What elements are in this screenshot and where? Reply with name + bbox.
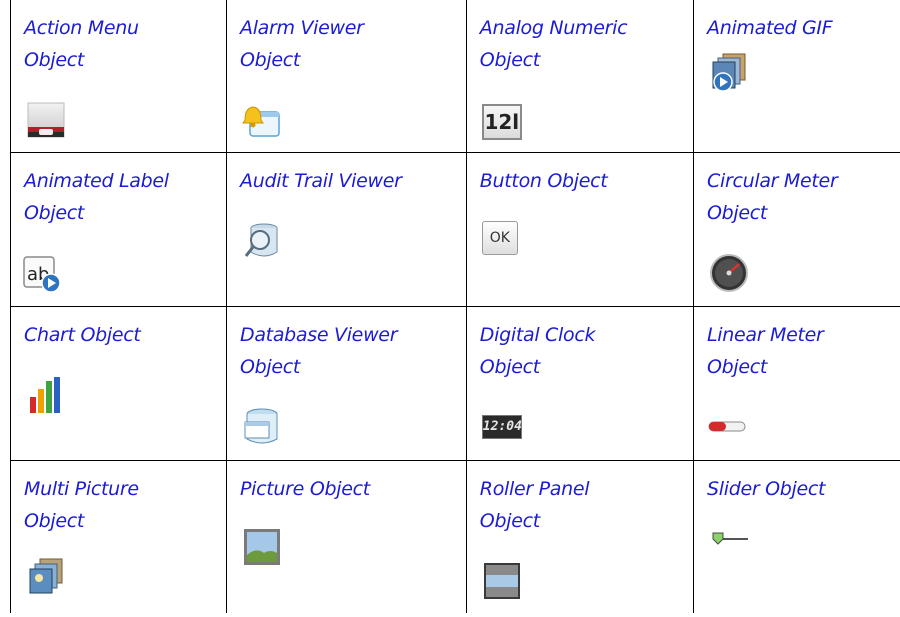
table-cell: Database Viewer Object (226, 306, 467, 461)
action-menu-icon (27, 102, 65, 138)
button-icon-text: OK (489, 230, 510, 246)
database-viewer-icon (244, 408, 278, 444)
picture-object-link[interactable]: Picture Object (227, 461, 452, 505)
table-cell: Circular Meter Object (693, 152, 900, 307)
table-cell: Analog Numeric Object 12l (465, 0, 695, 153)
table-cell: Multi Picture Object (10, 460, 227, 613)
digital-clock-icon: 12:04 (481, 415, 522, 439)
circular-meter-icon (710, 254, 748, 292)
table-cell: Animated Label Object ab (10, 152, 227, 307)
alarm-viewer-icon (242, 106, 280, 137)
table-cell: Audit Trail Viewer (226, 152, 467, 307)
roller-panel-link[interactable]: Roller Panel Object (467, 461, 652, 537)
table-row: Multi Picture Object Picture Object Roll… (10, 460, 900, 613)
table-cell: Animated GIF (693, 0, 900, 153)
database-viewer-link[interactable]: Database Viewer Object (227, 307, 452, 383)
audit-trail-link[interactable]: Audit Trail Viewer (227, 153, 452, 197)
digital-clock-link[interactable]: Digital Clock Object (467, 307, 672, 383)
animated-label-link[interactable]: Animated Label Object (11, 153, 221, 229)
alarm-viewer-link[interactable]: Alarm Viewer Object (227, 0, 412, 76)
roller-panel-icon (483, 563, 520, 599)
table-row: Chart Object Database Viewer Object Digi… (10, 306, 900, 461)
analog-numeric-link[interactable]: Analog Numeric Object (467, 0, 672, 76)
table-cell: Roller Panel Object (465, 460, 695, 613)
button-icon: OK (481, 221, 518, 255)
picture-icon (244, 529, 280, 565)
analog-numeric-icon: 12l (481, 104, 522, 140)
animated-gif-icon (712, 53, 746, 92)
linear-meter-icon (708, 421, 746, 432)
table-cell: Linear Meter Object (693, 306, 900, 461)
table-cell: Slider Object (693, 460, 900, 613)
digital-clock-text: 12:04 (482, 419, 522, 434)
table-row: Action Menu Object Alarm Viewer Object A… (10, 0, 900, 153)
multi-picture-icon (29, 558, 63, 594)
multi-picture-link[interactable]: Multi Picture Object (11, 461, 206, 537)
action-menu-link[interactable]: Action Menu Object (11, 0, 186, 76)
circular-meter-link[interactable]: Circular Meter Object (694, 153, 899, 229)
table-cell: Picture Object (226, 460, 467, 613)
button-object-link[interactable]: Button Object (467, 153, 682, 197)
animated-gif-link[interactable]: Animated GIF (694, 0, 899, 44)
table-cell: Action Menu Object (10, 0, 227, 153)
slider-icon (712, 532, 748, 545)
linear-meter-link[interactable]: Linear Meter Object (694, 307, 899, 383)
slider-object-link[interactable]: Slider Object (694, 461, 899, 505)
table-row: Animated Label Object ab Audit Trail Vie… (10, 152, 900, 307)
chart-object-link[interactable]: Chart Object (11, 307, 226, 351)
object-table: Action Menu Object Alarm Viewer Object A… (10, 0, 900, 613)
analog-numeric-text: 12l (484, 110, 520, 134)
audit-trail-icon (244, 223, 278, 257)
animated-label-icon: ab (23, 256, 61, 293)
table-cell: Digital Clock Object 12:04 (465, 306, 695, 461)
table-cell: Alarm Viewer Object (226, 0, 467, 153)
chart-icon (30, 377, 60, 413)
table-cell: Chart Object (10, 306, 227, 461)
table-cell: Button Object OK (465, 152, 695, 307)
